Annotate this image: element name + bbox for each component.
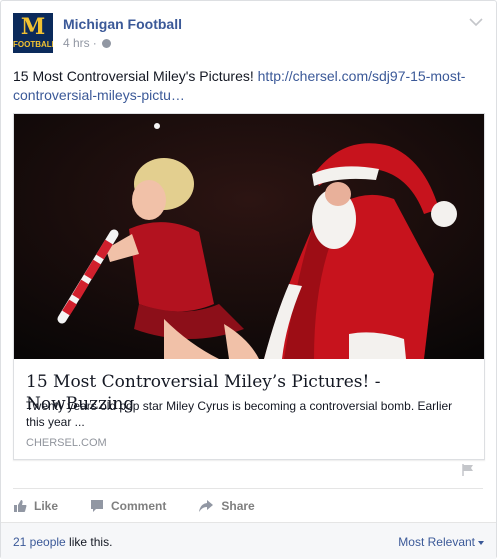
- post-meta: 4 hrs ·: [63, 35, 111, 51]
- post-message-text: 15 Most Controversial Miley's Pictures!: [13, 68, 254, 84]
- page-name-link[interactable]: Michigan Football: [63, 15, 182, 33]
- comment-icon: [91, 500, 104, 512]
- likes-summary-bar: 21 people like this. Most Relevant: [1, 522, 496, 559]
- post-header: M FOOTBALL Michigan Football 4 hrs ·: [13, 13, 483, 57]
- avatar-logo-mark: M: [20, 14, 46, 40]
- chevron-down-icon[interactable]: [469, 17, 483, 27]
- link-preview-card[interactable]: 15 Most Controversial Miley’s Pictures! …: [13, 113, 485, 460]
- thumbs-up-icon: [14, 500, 27, 512]
- post-message: 15 Most Controversial Miley's Pictures! …: [13, 67, 483, 105]
- comment-button[interactable]: Comment: [90, 495, 166, 517]
- post-card: M FOOTBALL Michigan Football 4 hrs · 15 …: [0, 0, 497, 559]
- comment-sort-dropdown[interactable]: Most Relevant: [398, 534, 484, 550]
- page-avatar[interactable]: M FOOTBALL: [13, 13, 53, 53]
- meta-separator: ·: [92, 36, 97, 50]
- likes-people-link[interactable]: 21 people: [13, 535, 66, 549]
- share-label: Share: [221, 499, 255, 513]
- like-label: Like: [34, 499, 59, 513]
- like-button[interactable]: Like: [13, 495, 58, 517]
- caret-down-icon: [478, 540, 484, 545]
- sort-label: Most Relevant: [398, 535, 475, 549]
- likes-suffix: like this.: [65, 535, 113, 549]
- avatar-logo-text: FOOTBALL: [13, 40, 53, 49]
- link-preview-domain: CHERSEL.COM: [26, 437, 107, 449]
- action-bar: Like Comment Share: [13, 495, 287, 517]
- flag-icon[interactable]: [461, 463, 475, 477]
- divider: [13, 488, 483, 489]
- concert-photo-illustration: [14, 114, 484, 359]
- link-preview-image[interactable]: [14, 114, 484, 359]
- link-preview-description: Twenty years old pop star Miley Cyrus is…: [26, 399, 453, 429]
- share-button[interactable]: Share: [198, 495, 255, 517]
- globe-icon[interactable]: [101, 38, 111, 48]
- post-timestamp[interactable]: 4 hrs: [63, 35, 90, 51]
- likes-summary: 21 people like this.: [13, 534, 112, 550]
- comment-label: Comment: [111, 499, 167, 513]
- share-icon: [199, 500, 214, 512]
